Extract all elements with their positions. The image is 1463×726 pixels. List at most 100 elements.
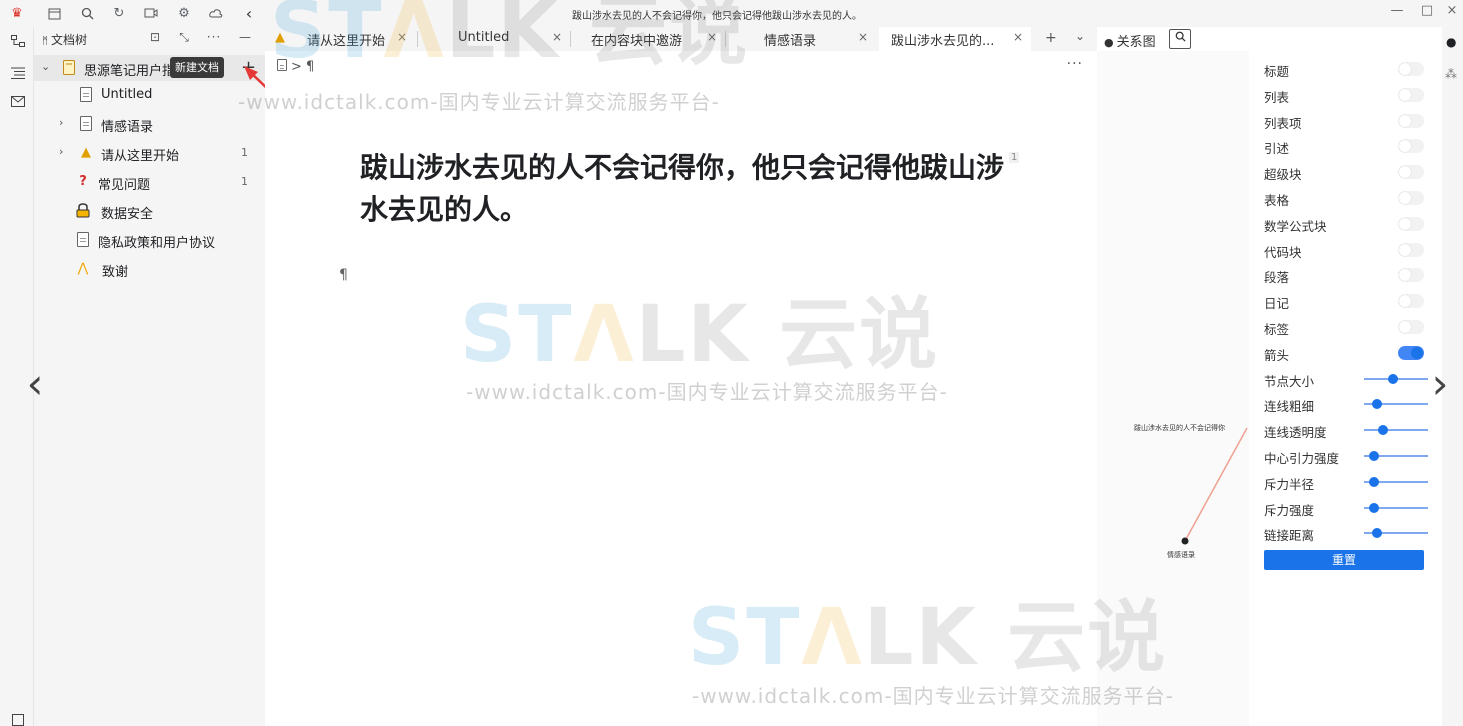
graph-setting-slider[interactable] [1364,528,1428,539]
chevron-right-icon[interactable]: › [59,116,71,129]
graph-setting-toggle[interactable] [1398,294,1424,309]
graph-canvas[interactable]: 跋山涉水去见的人不会记得你 情感语录 [1097,51,1249,726]
graph-node-label[interactable]: 跋山涉水去见的人不会记得你 [1134,423,1247,433]
notebook-row[interactable]: ⌄ 思源笔记用户指南 + [34,55,265,81]
paragraph-mark[interactable]: ¶ [339,267,348,283]
tree-item[interactable]: 隐私政策和用户协议 [34,227,265,253]
graph-setting-slider[interactable] [1364,451,1428,461]
slider-knob[interactable] [1387,373,1398,384]
tree-item[interactable]: › ▲ 请从这里开始 1 [34,140,265,166]
tab-menu-icon[interactable]: ⌄ [1075,29,1085,43]
cloud-icon[interactable] [207,4,225,22]
graph-setting-slider[interactable] [1364,373,1428,384]
graph-setting-row: 中心引力强度 [1264,443,1434,469]
tree-item-label: 数据安全 [101,207,154,222]
slider-knob[interactable] [1371,528,1382,539]
graph-setting-toggle[interactable] [1398,191,1424,205]
chevron-down-icon[interactable]: ⌄ [41,60,53,73]
graph-setting-label: 中心引力强度 [1264,451,1340,466]
tab[interactable]: Untitled × [418,27,568,51]
tab-close-icon[interactable]: × [397,30,407,44]
tab-active[interactable]: 跋山涉水去见的... × [879,27,1031,51]
search-icon[interactable] [78,4,96,22]
graph-setting-slider[interactable] [1364,476,1428,487]
tree-item[interactable]: ? 常见问题 1 [34,169,265,195]
tab[interactable]: 在内容块中邀游 × [571,27,721,51]
graph-setting-toggle[interactable] [1398,87,1424,102]
graph-setting-toggle[interactable] [1398,242,1424,257]
dock-toggle-icon[interactable] [10,714,26,726]
graph-setting-toggle[interactable] [1398,268,1424,283]
chevron-right-icon[interactable]: › [59,145,71,158]
tab-close-icon[interactable]: × [552,30,562,44]
graph-setting-slider[interactable] [1364,399,1428,410]
ref-count-badge[interactable]: 1 [1009,152,1020,163]
graph-setting-toggle[interactable] [1398,165,1424,180]
tooltip: 新建文档 [170,57,224,78]
document-title[interactable]: 跋山涉水去见的人不会记得你，他只会记得他跋山涉水去见的人。 [360,147,1020,231]
graph-icon[interactable]: ● [1446,35,1456,49]
graph-setting-toggle[interactable] [1398,139,1424,154]
tab-close-icon[interactable]: × [707,30,717,44]
graph-setting-label: 连线粗细 [1264,399,1315,415]
file-icon [76,232,90,248]
slider-knob[interactable] [1368,502,1379,513]
inbox-icon[interactable] [10,96,26,112]
file-icon[interactable] [277,59,287,75]
maximize-button[interactable]: □ [1418,3,1436,21]
slider-knob[interactable] [1378,425,1389,436]
history-icon[interactable]: ↻ [110,4,128,22]
graph-setting-row: 段落 [1264,262,1434,288]
global-graph-icon[interactable]: ⁂ [1445,67,1457,81]
graph-icon: ● [1104,36,1114,49]
graph-setting-label: 日记 [1264,296,1290,312]
file-tree-icon[interactable] [10,35,26,51]
graph-setting-label: 斥力半径 [1264,476,1315,492]
slider-knob[interactable] [1371,399,1382,410]
lock-icon [76,203,90,219]
tab-label: 跋山涉水去见的... [891,34,995,49]
collapse-icon[interactable]: ‹ [240,4,258,23]
tree-item[interactable]: Untitled [34,82,265,108]
tree-item[interactable]: ⋀ 致谢 [34,256,265,282]
close-button[interactable]: × [1443,3,1461,21]
tree-item-label: 请从这里开始 [101,149,180,164]
next-arrow[interactable]: › [1425,362,1455,406]
more-icon[interactable]: ··· [1067,56,1083,72]
graph-setting-label: 段落 [1264,270,1290,286]
graph-setting-toggle[interactable] [1398,216,1424,231]
reset-button[interactable]: 重置 [1264,550,1424,570]
tree-item[interactable]: › 情感语录 [34,111,265,137]
new-tab-button[interactable]: + [1045,30,1057,46]
siyuan-logo-icon[interactable]: ♛ [8,4,26,22]
tab-close-icon[interactable]: × [1013,30,1023,44]
graph-setting-toggle[interactable] [1398,320,1424,334]
slider-knob[interactable] [1368,451,1379,461]
file-tree-header: ᛗ 文档树 ⊡ ⤡ ··· — [34,27,265,51]
minimize-panel-icon[interactable]: — [236,30,254,48]
graph-setting-toggle[interactable] [1398,62,1424,76]
graph-node-label[interactable]: 情感语录 [1167,550,1195,560]
graph-setting-slider[interactable] [1364,502,1428,513]
focus-icon[interactable]: ⊡ [146,30,164,48]
graph-setting-slider[interactable] [1364,425,1428,436]
more-icon[interactable]: ··· [205,30,223,48]
calendar-icon[interactable] [45,4,63,22]
tab[interactable]: ▲ 请从这里开始 × [265,27,415,51]
outline-icon[interactable] [10,67,26,83]
minimize-button[interactable]: — [1388,3,1406,21]
settings-icon[interactable]: ⚙ [175,4,193,22]
graph-header: ● 关系图 [1097,27,1442,51]
tab[interactable]: 情感语录 × [726,27,878,51]
tab-close-icon[interactable]: × [858,30,868,44]
search-icon[interactable] [1169,29,1191,49]
tree-item[interactable]: 数据安全 [34,198,265,224]
collapse-all-icon[interactable]: ⤡ [175,30,193,48]
ref-count: 1 [241,146,248,159]
slider-knob[interactable] [1368,476,1379,487]
record-icon[interactable] [142,4,160,22]
prev-arrow[interactable]: ‹ [20,362,50,406]
graph-setting-toggle[interactable] [1398,345,1424,360]
graph-setting-toggle[interactable] [1398,113,1424,128]
file-icon [79,87,93,103]
